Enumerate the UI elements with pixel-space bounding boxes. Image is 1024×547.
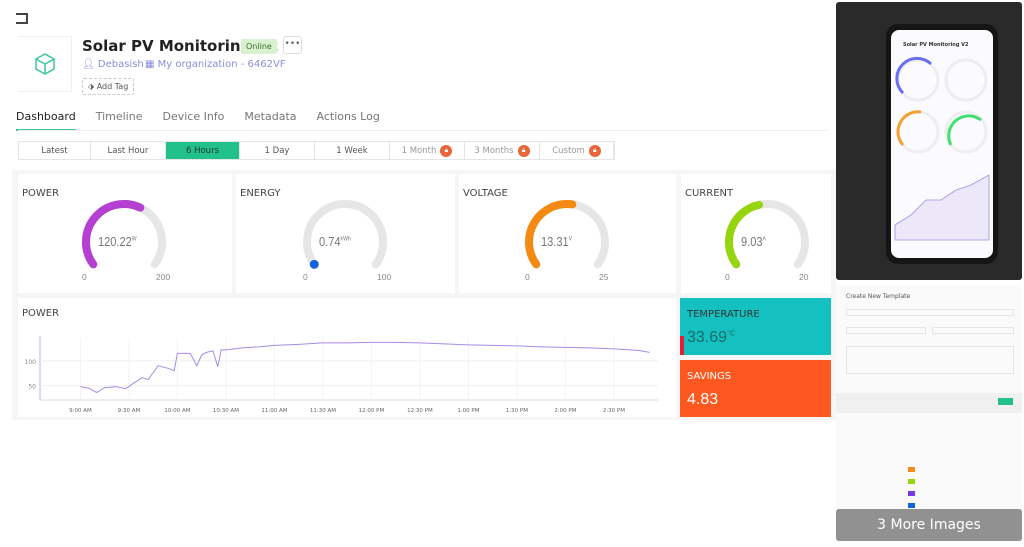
gauge-min: 0 bbox=[525, 272, 530, 282]
gauge-card-energy: ENERGY 0.74kWh 0 100 bbox=[236, 174, 455, 293]
x-tick-label: 9:00 AM bbox=[69, 408, 92, 414]
gauge-min: 0 bbox=[725, 272, 730, 282]
tag-icon: ⬗ bbox=[88, 82, 97, 91]
savings-value: 4.83 bbox=[687, 391, 719, 408]
time-range-selector: Latest Last Hour 6 Hours 1 Day 1 Week 1 … bbox=[18, 141, 615, 160]
x-tick-label: 9:30 AM bbox=[118, 408, 141, 414]
y-tick-label: 50 bbox=[28, 384, 36, 391]
tab-actions-log[interactable]: Actions Log bbox=[317, 110, 380, 131]
gauge-min: 0 bbox=[303, 272, 308, 282]
organization-link[interactable]: ▦ My organization - 6462VF bbox=[145, 59, 286, 70]
lock-icon: 🔒︎ bbox=[588, 144, 601, 157]
gauge-max: 100 bbox=[377, 272, 392, 282]
more-images-button[interactable]: 3 More Images bbox=[836, 509, 1022, 541]
gauge-max: 200 bbox=[156, 272, 171, 282]
tab-metadata[interactable]: Metadata bbox=[244, 110, 296, 131]
template-done-button bbox=[998, 398, 1013, 405]
template-field bbox=[846, 309, 1014, 316]
phone-screen: Solar PV Monitoring V2 bbox=[891, 30, 993, 258]
gallery-image-template[interactable]: Create New Template 3 More Images bbox=[836, 285, 1022, 541]
back-icon[interactable] bbox=[16, 13, 28, 24]
status-badge: Online bbox=[241, 39, 277, 54]
power-chart-card: POWER 50 100 9:00 AM 9:30 AM 10:00 AM 10:30 A… bbox=[18, 298, 676, 417]
gauge-card-power: POWER 120.22W 0 200 bbox=[18, 174, 232, 293]
temperature-tile: TEMPERATURE 33.69°C bbox=[680, 298, 831, 355]
cube-icon bbox=[34, 53, 55, 75]
range-1-day[interactable]: 1 Day bbox=[240, 142, 315, 159]
x-tick-label: 1:30 PM bbox=[506, 408, 528, 414]
y-tick-label: 100 bbox=[25, 359, 37, 366]
range-3-months[interactable]: 3 Months 🔒︎ bbox=[465, 142, 540, 159]
phone-gauges bbox=[894, 56, 990, 241]
add-tag-button[interactable]: ⬗ Add Tag bbox=[82, 78, 135, 95]
gauge-card-current: CURRENT 9.03A 0 20 bbox=[681, 174, 831, 293]
temperature-level-bar bbox=[680, 336, 684, 355]
gauge-value: 13.31V bbox=[541, 234, 573, 249]
more-button[interactable]: ••• bbox=[283, 36, 302, 54]
tab-timeline[interactable]: Timeline bbox=[96, 110, 143, 131]
tab-dashboard[interactable]: Dashboard bbox=[16, 110, 76, 131]
x-tick-label: 11:30 AM bbox=[310, 408, 336, 414]
owner-link[interactable]: 👤︎ Debasish bbox=[82, 59, 144, 70]
tab-bar: Dashboard Timeline Device Info Metadata … bbox=[16, 110, 400, 131]
x-tick-label: 1:00 PM bbox=[457, 408, 479, 414]
lock-icon: 🔒︎ bbox=[517, 144, 530, 157]
range-custom[interactable]: Custom 🔒︎ bbox=[540, 142, 614, 159]
temperature-value: 33.69°C bbox=[687, 329, 735, 346]
x-tick-label: 12:30 PM bbox=[407, 408, 433, 414]
power-series-line bbox=[80, 341, 650, 394]
range-1-month[interactable]: 1 Month 🔒︎ bbox=[390, 142, 465, 159]
gallery-image-phone[interactable]: Solar PV Monitoring V2 bbox=[836, 2, 1022, 280]
gauge-value: 0.74kWh bbox=[319, 234, 351, 249]
range-last-hour[interactable]: Last Hour bbox=[91, 142, 166, 159]
gauge-card-voltage: VOLTAGE 13.31V 0 25 bbox=[459, 174, 676, 293]
gauge-max: 25 bbox=[599, 272, 609, 282]
gauge-max: 20 bbox=[799, 272, 809, 282]
tab-device-info[interactable]: Device Info bbox=[162, 110, 224, 131]
user-icon: 👤︎ bbox=[82, 59, 98, 70]
gauge-fill bbox=[309, 259, 319, 269]
x-tick-label: 11:00 AM bbox=[261, 408, 287, 414]
range-1-week[interactable]: 1 Week bbox=[315, 142, 390, 159]
device-logo bbox=[18, 36, 72, 92]
lock-icon: 🔒︎ bbox=[440, 144, 453, 157]
range-6-hours[interactable]: 6 Hours bbox=[166, 142, 240, 159]
savings-title: SAVINGS bbox=[687, 371, 732, 382]
phone-frame: Solar PV Monitoring V2 bbox=[886, 24, 998, 264]
savings-tile: SAVINGS 4.83 bbox=[680, 360, 831, 417]
x-tick-label: 12:00 PM bbox=[359, 408, 385, 414]
range-latest[interactable]: Latest bbox=[19, 142, 91, 159]
temperature-title: TEMPERATURE bbox=[687, 309, 760, 320]
gauge-min: 0 bbox=[82, 272, 87, 282]
power-line-chart: 50 100 9:00 AM 9:30 AM 10:00 AM 10:30 AM 11:00… bbox=[25, 336, 658, 414]
gauge-value: 120.22W bbox=[98, 234, 137, 249]
building-icon: ▦ bbox=[145, 59, 158, 70]
x-tick-label: 2:30 PM bbox=[603, 408, 625, 414]
template-field bbox=[932, 327, 1014, 334]
template-field bbox=[846, 346, 1014, 374]
x-tick-label: 10:00 AM bbox=[164, 408, 190, 414]
divider bbox=[18, 130, 828, 131]
x-tick-label: 10:30 AM bbox=[213, 408, 239, 414]
x-tick-label: 2:00 PM bbox=[554, 408, 576, 414]
template-field bbox=[846, 327, 926, 334]
gauge-value: 9.03A bbox=[741, 234, 766, 249]
